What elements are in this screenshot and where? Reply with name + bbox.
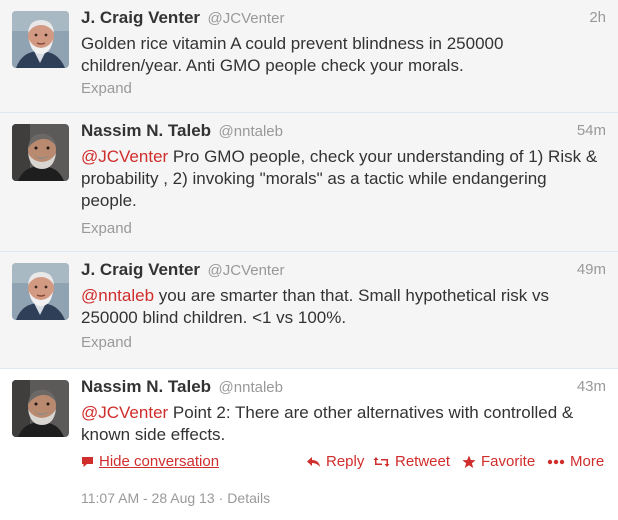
tweet-time[interactable]: 43m — [577, 378, 606, 395]
tweet-timestamp[interactable]: 11:07 AM - 28 Aug 13 — [81, 490, 215, 506]
avatar-nntaleb[interactable] — [12, 124, 69, 181]
tweet-author-name[interactable]: Nassim N. Taleb — [81, 377, 211, 396]
tweet-time[interactable]: 49m — [577, 261, 606, 278]
tweet-author-name[interactable]: Nassim N. Taleb — [81, 121, 211, 140]
ellipsis-icon — [547, 459, 565, 464]
tweet-body: Golden rice vitamin A could prevent blin… — [81, 34, 504, 75]
details-link[interactable]: Details — [227, 490, 270, 506]
tweet-time[interactable]: 54m — [577, 122, 606, 139]
expand-link[interactable]: Expand — [81, 80, 132, 97]
tweet-text: @JCVenter Pro GMO people, check your und… — [81, 146, 604, 212]
reply-button[interactable]: Reply — [306, 453, 364, 470]
tweet-item[interactable]: J. Craig Venter @JCVenter 2h Golden rice… — [0, 0, 618, 113]
star-icon — [462, 455, 476, 468]
tweet-header: J. Craig Venter @JCVenter 49m — [81, 260, 606, 284]
tweet-text: @JCVenter Point 2: There are other alter… — [81, 402, 604, 446]
tweet-actions: Hide conversation Reply Retweet Favorite… — [81, 453, 604, 473]
tweet-text: Golden rice vitamin A could prevent blin… — [81, 33, 604, 77]
tweet-timeline: J. Craig Venter @JCVenter 2h Golden rice… — [0, 0, 618, 520]
favorite-label: Favorite — [481, 453, 536, 470]
tweet-author-name[interactable]: J. Craig Venter — [81, 260, 200, 279]
tweet-header: J. Craig Venter @JCVenter 2h — [81, 8, 606, 32]
tweet-author-handle[interactable]: @nntaleb — [219, 379, 283, 396]
taleb-avatar-image — [12, 380, 69, 437]
favorite-button[interactable]: Favorite — [462, 453, 535, 470]
more-button[interactable]: More — [547, 453, 604, 470]
expand-link[interactable]: Expand — [81, 220, 132, 237]
tweet-author-name[interactable]: J. Craig Venter — [81, 8, 200, 27]
meta-separator: · — [218, 490, 224, 506]
tweet-header: Nassim N. Taleb @nntaleb 43m — [81, 377, 606, 401]
tweet-text: @nntaleb you are smarter than that. Smal… — [81, 285, 604, 329]
avatar-jcventer[interactable] — [12, 263, 69, 320]
tweet-time[interactable]: 2h — [589, 9, 606, 26]
tweet-mention[interactable]: @JCVenter — [81, 147, 168, 166]
venter-avatar-image — [12, 11, 69, 68]
tweet-item[interactable]: Nassim N. Taleb @nntaleb 54m @JCVenter P… — [0, 113, 618, 252]
tweet-item[interactable]: J. Craig Venter @JCVenter 49m @nntaleb y… — [0, 252, 618, 369]
taleb-avatar-image — [12, 124, 69, 181]
tweet-item-expanded[interactable]: Nassim N. Taleb @nntaleb 43m @JCVenter P… — [0, 369, 618, 520]
retweet-button[interactable]: Retweet — [373, 453, 450, 470]
tweet-author-handle[interactable]: @nntaleb — [219, 123, 283, 140]
tweet-meta: 11:07 AM - 28 Aug 13 · Details — [81, 490, 270, 506]
retweet-label: Retweet — [395, 453, 451, 470]
tweet-mention[interactable]: @JCVenter — [81, 403, 168, 422]
hide-conversation-link[interactable]: Hide conversation — [81, 453, 219, 470]
tweet-header: Nassim N. Taleb @nntaleb 54m — [81, 121, 606, 145]
hide-conversation-label: Hide conversation — [99, 453, 220, 470]
reply-label: Reply — [326, 453, 365, 470]
retweet-icon — [373, 456, 390, 467]
venter-avatar-image — [12, 263, 69, 320]
reply-arrow-icon — [307, 456, 320, 467]
avatar-nntaleb[interactable] — [12, 380, 69, 437]
tweet-author-handle[interactable]: @JCVenter — [208, 262, 285, 279]
expand-link[interactable]: Expand — [81, 334, 132, 351]
tweet-mention[interactable]: @nntaleb — [81, 286, 154, 305]
tweet-author-handle[interactable]: @JCVenter — [208, 10, 285, 27]
more-label: More — [570, 453, 605, 470]
speech-bubble-icon — [82, 456, 93, 467]
avatar-jcventer[interactable] — [12, 11, 69, 68]
